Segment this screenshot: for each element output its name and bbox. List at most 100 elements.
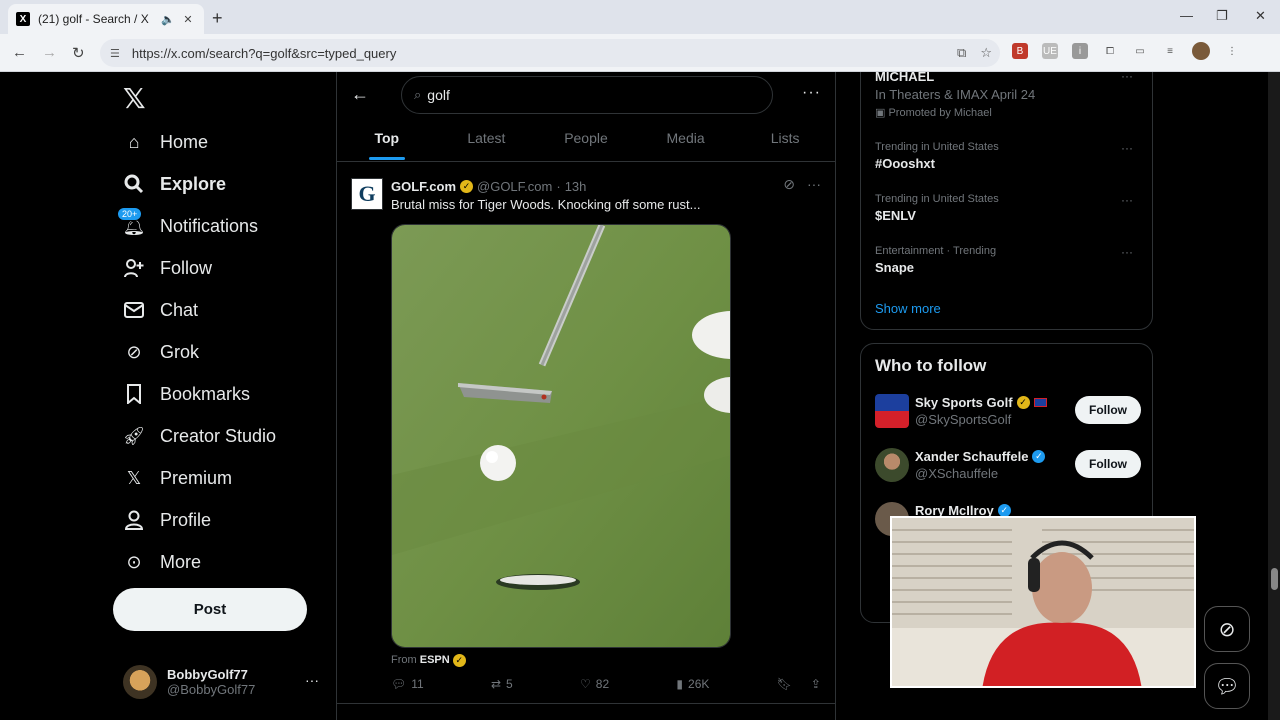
more-dots-icon[interactable]: ···: [305, 672, 319, 688]
repost-button[interactable]: ⇄ 5: [491, 677, 513, 691]
nav-label: Notifications: [160, 215, 259, 236]
trend-item[interactable]: Trending in United States #Oooshxt ···: [875, 141, 1141, 171]
nav-label: More: [160, 551, 202, 572]
minimize-icon[interactable]: —: [1180, 8, 1193, 23]
sky-sports-avatar: [875, 394, 909, 428]
nav-bookmarks[interactable]: Bookmarks: [113, 373, 250, 415]
profile-avatar-icon[interactable]: [1192, 42, 1210, 60]
nav-label: Creator Studio: [160, 425, 277, 446]
browser-tab-bar: X (21) golf - Search / X 🔈 ✕ + — ❐ ✕: [0, 0, 1280, 34]
tweet[interactable]: G GOLF.com ✓ @GOLF.com · 13h ⊘ ··· Bruta…: [337, 168, 835, 704]
nav-chat[interactable]: Chat: [113, 289, 198, 331]
search-header: ← ⌕ golf ··· Top Latest People Media Lis…: [337, 72, 835, 162]
reload-icon[interactable]: ↻: [72, 44, 85, 62]
share-icon[interactable]: ⇪: [811, 677, 821, 691]
nav-more[interactable]: ⊙ More: [113, 541, 201, 583]
scrollbar-thumb[interactable]: [1271, 568, 1278, 590]
menu-icon[interactable]: ⋮: [1224, 43, 1240, 59]
install-icon[interactable]: ⧉: [957, 45, 966, 61]
golf-logo-avatar[interactable]: G: [351, 178, 383, 210]
mail-icon: [123, 299, 145, 321]
from-source[interactable]: ESPN: [420, 654, 450, 666]
star-icon[interactable]: ☆: [980, 45, 992, 61]
more-dots-icon[interactable]: ···: [802, 84, 821, 102]
media-icon[interactable]: ≡: [1162, 43, 1178, 59]
tweet-author-name[interactable]: GOLF.com: [391, 179, 456, 194]
trend-item[interactable]: Entertainment · Trending Snape ···: [875, 245, 1141, 275]
trend-name: $ENLV: [875, 208, 916, 223]
search-icon: [123, 173, 145, 195]
follow-button[interactable]: Follow: [1075, 450, 1141, 478]
show-more-link[interactable]: Show more: [875, 301, 941, 316]
tweet-author-handle[interactable]: @GOLF.com: [477, 179, 552, 194]
grok-icon[interactable]: ⊘: [783, 176, 795, 193]
tab-lists[interactable]: Lists: [735, 118, 835, 160]
like-button[interactable]: ♡ 82: [580, 677, 609, 691]
nav-profile[interactable]: Profile: [113, 499, 211, 541]
restore-icon[interactable]: ❐: [1216, 8, 1228, 24]
nav-label: Home: [160, 131, 209, 152]
tab-people[interactable]: People: [536, 118, 636, 160]
grok-float-button[interactable]: ⊘: [1204, 606, 1250, 652]
avatar: [123, 665, 157, 699]
puzzle-icon[interactable]: ⧠: [1102, 43, 1118, 59]
back-arrow-icon[interactable]: ←: [351, 84, 369, 105]
forward-icon[interactable]: →: [42, 44, 57, 61]
extension-grey-icon[interactable]: i: [1072, 43, 1088, 59]
more-dots-icon[interactable]: ···: [1121, 245, 1133, 259]
post-button[interactable]: Post: [113, 588, 307, 631]
x-favicon-icon: X: [16, 12, 30, 26]
trend-item[interactable]: Trending in United States $ENLV ···: [875, 193, 1141, 223]
nav-label: Follow: [160, 257, 213, 278]
search-tabs: Top Latest People Media Lists: [337, 118, 835, 160]
nav-explore[interactable]: Explore: [113, 163, 226, 205]
nav-follow[interactable]: Follow: [113, 247, 212, 289]
nav-home[interactable]: ⌂ Home: [113, 121, 208, 163]
x-logo-icon[interactable]: 𝕏: [123, 82, 146, 115]
nav-premium[interactable]: 𝕏 Premium: [113, 457, 232, 499]
more-dots-icon[interactable]: ···: [1121, 72, 1133, 83]
address-bar[interactable]: ☰ https://x.com/search?q=golf&src=typed_…: [100, 39, 1000, 67]
tweet-time[interactable]: 13h: [565, 179, 587, 194]
nav-notifications[interactable]: 🔔︎ 20+ Notifications: [113, 205, 258, 247]
suggestion-name: Xander Schauffele: [915, 449, 1029, 464]
more-dots-icon[interactable]: ···: [1121, 193, 1133, 207]
page-scrollbar[interactable]: [1268, 72, 1280, 720]
like-count: 82: [595, 677, 610, 691]
more-dots-icon[interactable]: ···: [807, 176, 821, 193]
bookmark-tweet-button[interactable]: 🔖︎ ⇪: [777, 677, 821, 691]
extension-red-icon[interactable]: B: [1012, 43, 1028, 59]
follow-suggestion[interactable]: Sky Sports Golf ✓ @SkySportsGolf Follow: [875, 394, 1141, 434]
nav-creator-studio[interactable]: 🚀︎ Creator Studio: [113, 415, 276, 457]
close-tab-icon[interactable]: ✕: [180, 13, 196, 26]
suggestion-name: Sky Sports Golf: [915, 395, 1013, 410]
extension-ue-icon[interactable]: UE: [1042, 43, 1058, 59]
nav-grok[interactable]: ⊘ Grok: [113, 331, 199, 373]
speaker-icon[interactable]: 🔈: [160, 13, 176, 26]
follow-button[interactable]: Follow: [1075, 396, 1141, 424]
search-input[interactable]: ⌕ golf: [401, 76, 773, 114]
tab-latest[interactable]: Latest: [437, 118, 537, 160]
site-info-icon[interactable]: ☰: [110, 47, 120, 60]
reply-button[interactable]: 💬︎ 11: [391, 677, 424, 691]
promoted-trend[interactable]: MICHAEL In Theaters & IMAX April 24 ▣ Pr…: [875, 72, 1141, 119]
close-window-icon[interactable]: ✕: [1255, 8, 1266, 24]
verified-gold-icon: ✓: [1016, 396, 1030, 409]
tweet-video[interactable]: [391, 224, 731, 648]
search-results-column: ← ⌕ golf ··· Top Latest People Media Lis…: [336, 72, 836, 720]
views-button[interactable]: ▮ 26K: [676, 677, 709, 691]
back-icon[interactable]: ←: [12, 44, 27, 61]
account-switcher[interactable]: BobbyGolf77 @BobbyGolf77 ···: [123, 662, 323, 702]
more-dots-icon[interactable]: ···: [1121, 141, 1133, 155]
chat-float-button[interactable]: 💬︎: [1204, 663, 1250, 709]
follow-suggestion[interactable]: Xander Schauffele ✓ @XSchauffele Follow: [875, 448, 1141, 488]
tab-top[interactable]: Top: [337, 118, 437, 160]
tab-media[interactable]: Media: [636, 118, 736, 160]
home-icon: ⌂: [128, 131, 140, 152]
new-tab-button[interactable]: +: [212, 8, 223, 29]
tab-title: (21) golf - Search / X: [38, 12, 149, 26]
reply-count: 11: [411, 677, 424, 691]
cast-icon[interactable]: ▭: [1132, 43, 1148, 59]
notification-badge: 20+: [117, 207, 143, 221]
browser-tab[interactable]: X (21) golf - Search / X 🔈 ✕: [8, 4, 204, 34]
